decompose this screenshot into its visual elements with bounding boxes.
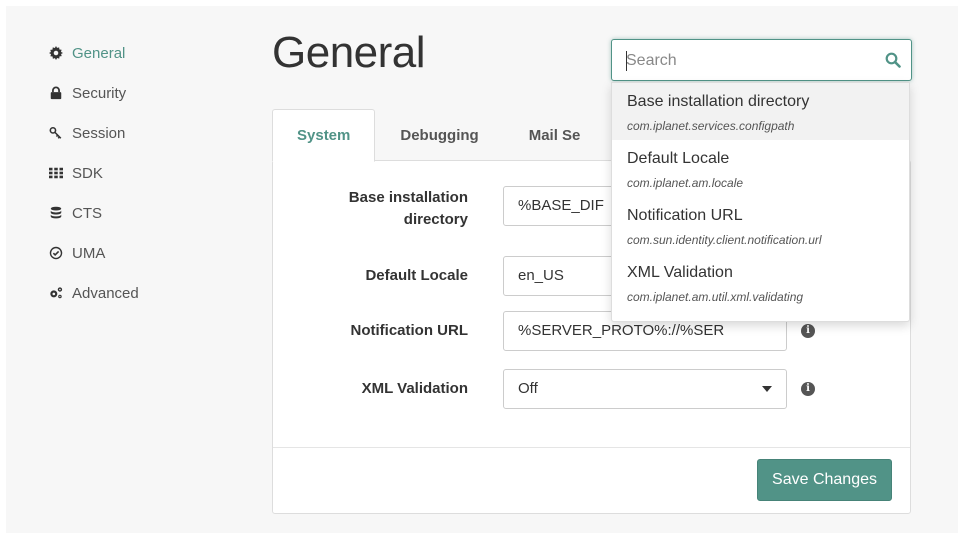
result-title: Default Locale	[627, 150, 730, 167]
sidebar-item-general[interactable]: General	[47, 33, 247, 73]
sidebar-item-label: CTS	[72, 204, 102, 222]
sidebar-item-label: SDK	[72, 164, 103, 182]
check-circle-icon	[47, 244, 65, 262]
result-key: com.iplanet.services.configpath	[627, 119, 795, 133]
sidebar-item-uma[interactable]: UMA	[47, 233, 247, 273]
tab-bar: System Debugging Mail Se	[272, 109, 606, 162]
sidebar: General Security Session SDK CTS UMA Adv…	[47, 33, 247, 313]
result-key: com.sun.identity.client.notification.url	[627, 233, 822, 247]
info-icon[interactable]: i	[801, 382, 815, 396]
database-icon	[47, 204, 65, 222]
sidebar-item-label: General	[72, 44, 126, 62]
search-result-item[interactable]: Base installation directory com.iplanet.…	[612, 83, 909, 140]
lock-icon	[47, 84, 65, 102]
label-line: directory	[403, 211, 468, 228]
sidebar-item-security[interactable]: Security	[47, 73, 247, 113]
sidebar-item-label: Session	[72, 124, 126, 142]
sidebar-item-session[interactable]: Session	[47, 113, 247, 153]
select-value: Off	[518, 380, 538, 397]
result-title: Base installation directory	[627, 93, 810, 110]
field-label: Notification URL	[350, 322, 469, 339]
label-line: Base installation	[348, 189, 468, 206]
field-label: Base installation directory	[293, 187, 468, 231]
tab-debugging[interactable]: Debugging	[375, 109, 503, 161]
grid-icon	[47, 164, 65, 182]
gear-icon	[47, 44, 65, 62]
page-title: General	[272, 28, 426, 77]
search-box[interactable]	[611, 39, 912, 81]
save-changes-button[interactable]: Save Changes	[757, 459, 892, 501]
sidebar-item-sdk[interactable]: SDK	[47, 153, 247, 193]
search-icon[interactable]	[885, 52, 901, 68]
search-results-dropdown: Base installation directory com.iplanet.…	[611, 82, 910, 322]
sidebar-item-label: UMA	[72, 244, 106, 262]
result-key: com.iplanet.am.util.xml.validating	[627, 290, 804, 304]
search-result-item[interactable]: Default Locale com.iplanet.am.locale	[612, 140, 909, 197]
gears-icon	[47, 284, 65, 302]
search-result-item[interactable]: Notification URL com.sun.identity.client…	[612, 197, 909, 254]
result-title: Notification URL	[627, 207, 743, 224]
sidebar-item-cts[interactable]: CTS	[47, 193, 247, 233]
key-icon	[47, 124, 65, 142]
search-input[interactable]	[626, 50, 876, 72]
divider	[273, 447, 910, 448]
search-result-item[interactable]: XML Validation com.iplanet.am.util.xml.v…	[612, 254, 909, 311]
tab-system[interactable]: System	[272, 109, 376, 162]
caret-down-icon	[762, 386, 772, 392]
info-icon[interactable]: i	[801, 324, 815, 338]
text-cursor	[626, 51, 627, 71]
result-key: com.iplanet.am.locale	[627, 176, 744, 190]
result-title: XML Validation	[627, 264, 733, 281]
sidebar-item-advanced[interactable]: Advanced	[47, 273, 247, 313]
sidebar-item-label: Advanced	[72, 284, 139, 302]
xml-validation-select[interactable]: Off	[503, 369, 787, 409]
field-label: XML Validation	[361, 380, 468, 397]
field-label: Default Locale	[365, 267, 468, 284]
tab-mail-server[interactable]: Mail Se	[504, 109, 606, 161]
sidebar-item-label: Security	[72, 84, 127, 102]
